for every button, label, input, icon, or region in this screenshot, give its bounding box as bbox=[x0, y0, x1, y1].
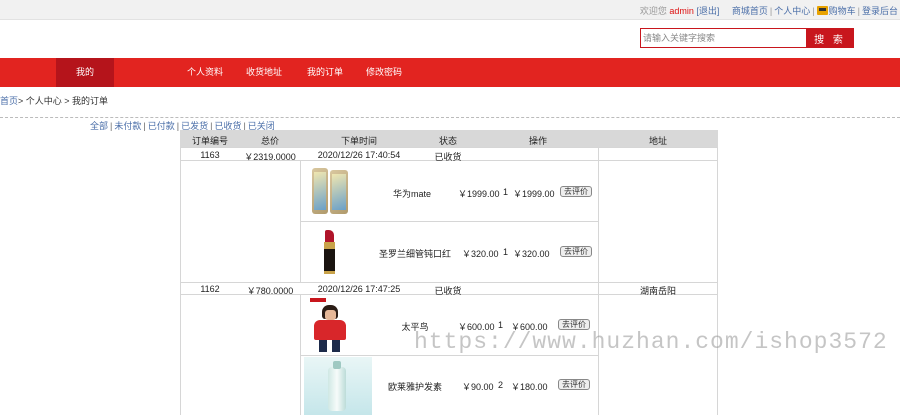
header-status: 状态 bbox=[438, 136, 457, 146]
product-subtotal: ￥320.00 bbox=[513, 249, 550, 259]
personal-center-link[interactable]: 个人中心 bbox=[774, 6, 810, 16]
breadcrumb: 首页> 个人中心 > 我的订单 bbox=[0, 94, 108, 107]
breadcrumb-path: > 个人中心 > 我的订单 bbox=[18, 96, 109, 106]
search-input[interactable] bbox=[640, 28, 807, 48]
filter-paid[interactable]: 已付款 bbox=[148, 121, 175, 131]
product-name[interactable]: 华为mate bbox=[372, 187, 452, 200]
phone-product-image[interactable] bbox=[304, 164, 358, 218]
order-address: 湖南岳阳 bbox=[639, 286, 676, 296]
product-price: ￥1999.00 bbox=[458, 189, 500, 199]
review-button[interactable]: 去评价 bbox=[560, 246, 592, 257]
top-bar: 欢迎您 admin [退出] 商城首页 | 个人中心 | 购物车 | 登录后台 bbox=[0, 0, 900, 20]
clothing-product-image[interactable] bbox=[304, 297, 358, 353]
divider bbox=[0, 117, 900, 118]
top-bar-links: 欢迎您 admin [退出] 商城首页 | 个人中心 | 购物车 | 登录后台 bbox=[639, 6, 898, 16]
filter-unpaid[interactable]: 未付款 bbox=[114, 121, 141, 131]
cart-icon bbox=[816, 6, 828, 15]
nav-item-address[interactable]: 收货地址 bbox=[246, 58, 282, 87]
shampoo-product-image[interactable] bbox=[304, 357, 372, 415]
product-qty: 2 bbox=[498, 380, 504, 390]
order-id: 1163 bbox=[200, 150, 220, 160]
main-nav: 我的 个人资料 收货地址 我的订单 修改密码 bbox=[0, 58, 900, 87]
username: admin bbox=[669, 6, 694, 16]
product-subtotal: ￥1999.00 bbox=[513, 189, 555, 199]
order-status: 已收货 bbox=[434, 152, 462, 162]
watermark-text: https://www.huzhan.com/ishop3572 bbox=[414, 329, 888, 355]
header-order-id: 订单编号 bbox=[191, 136, 228, 146]
product-subtotal: ￥180.00 bbox=[511, 382, 548, 392]
product-name[interactable]: 欧莱雅护发素 bbox=[380, 380, 450, 393]
order-id: 1162 bbox=[200, 284, 220, 294]
order-total: ￥2319.0000 bbox=[244, 152, 296, 162]
breadcrumb-home[interactable]: 首页 bbox=[0, 96, 18, 106]
header-address: 地址 bbox=[648, 136, 667, 146]
product-name[interactable]: 圣罗兰细管钝口红 bbox=[372, 247, 458, 260]
review-button[interactable]: 去评价 bbox=[560, 186, 592, 197]
header-actions: 操作 bbox=[528, 136, 547, 146]
welcome-text: 欢迎您 bbox=[639, 6, 667, 16]
order-time: 2020/12/26 17:40:54 bbox=[317, 150, 401, 160]
header-time: 下单时间 bbox=[340, 136, 377, 146]
product-price: ￥90.00 bbox=[462, 382, 494, 392]
nav-item-orders[interactable]: 我的订单 bbox=[307, 58, 343, 87]
logout-link[interactable]: [退出] bbox=[696, 6, 719, 16]
review-button[interactable]: 去评价 bbox=[558, 379, 590, 390]
filter-all[interactable]: 全部 bbox=[90, 121, 108, 131]
cart-link[interactable]: 购物车 bbox=[829, 6, 856, 16]
lipstick-product-image[interactable] bbox=[304, 225, 358, 279]
nav-item-password[interactable]: 修改密码 bbox=[366, 58, 402, 87]
mall-home-link[interactable]: 商城首页 bbox=[732, 6, 768, 16]
search-button[interactable]: 搜 索 bbox=[806, 28, 854, 48]
order-time: 2020/12/26 17:47:25 bbox=[317, 284, 401, 294]
product-qty: 1 bbox=[503, 247, 509, 257]
nav-item-mine[interactable]: 我的 bbox=[56, 58, 114, 87]
admin-login-link[interactable]: 登录后台 bbox=[862, 6, 898, 16]
order-status: 已收货 bbox=[434, 286, 462, 296]
product-qty: 1 bbox=[503, 187, 509, 197]
product-price: ￥320.00 bbox=[462, 249, 499, 259]
order-total: ￥780.0000 bbox=[246, 286, 294, 296]
header-total: 总价 bbox=[260, 136, 279, 146]
nav-item-profile[interactable]: 个人资料 bbox=[187, 58, 223, 87]
